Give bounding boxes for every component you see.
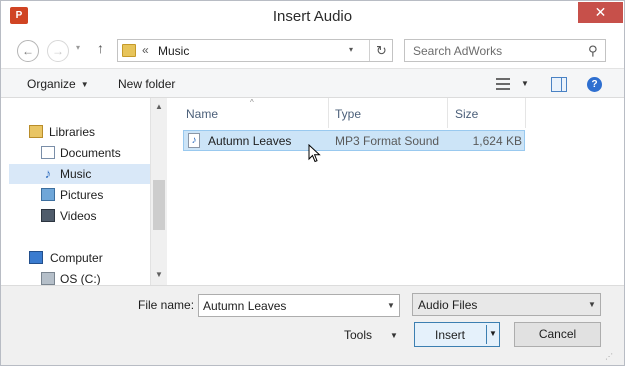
organize-label: Organize [27,77,76,91]
column-header-size[interactable]: Size [455,107,478,121]
file-name-value: Autumn Leaves [203,299,287,313]
column-divider[interactable] [447,98,448,128]
title-bar: P Insert Audio ✕ [1,1,624,32]
audio-file-icon: ♪ [188,133,200,148]
videos-icon [41,209,55,222]
scroll-thumb[interactable] [153,180,165,230]
file-type-value: Audio Files [418,298,478,312]
view-options-dropdown-icon[interactable]: ▼ [521,79,529,88]
search-input[interactable]: Search AdWorks ⚲ [404,39,606,62]
recent-locations-icon[interactable]: ▾ [76,43,80,52]
tree-item-videos[interactable]: Videos [1,206,150,226]
window-title: Insert Audio [272,8,353,25]
sort-ascending-icon: ^ [250,98,254,107]
chevron-down-icon: ▼ [80,80,89,90]
close-button[interactable]: ✕ [578,2,623,23]
forward-button[interactable]: → [47,40,69,62]
scroll-down-icon[interactable]: ▼ [155,270,163,279]
libraries-icon [29,125,43,138]
folder-icon [122,44,136,57]
search-placeholder: Search AdWorks [413,44,503,58]
tree-label: Music [60,167,92,181]
tree-item-pictures[interactable]: Pictures [1,185,150,205]
chevron-down-icon: ▼ [588,300,596,309]
file-name-field[interactable]: Autumn Leaves ▼ [198,294,400,317]
column-header-type[interactable]: Type [335,107,361,121]
up-folder-button[interactable]: ↑ [97,40,104,56]
tree-item-libraries[interactable]: Libraries [1,122,150,142]
resize-grip-icon[interactable]: ⋰ [605,352,613,361]
tree-label: Libraries [49,125,96,139]
help-icon[interactable]: ? [587,77,602,92]
tree-item-documents[interactable]: Documents [1,143,150,163]
file-type-select[interactable]: Audio Files ▼ [412,293,601,316]
file-size-cell: 1,624 KB [472,134,522,148]
tree-label: Pictures [60,188,104,202]
music-icon: ♪ [44,166,52,181]
documents-icon [41,146,55,159]
insert-button[interactable]: Insert ▼ [414,322,500,347]
file-type-cell: MP3 Format Sound [335,134,440,148]
mouse-pointer-icon [308,144,321,163]
navigation-pane: Libraries Documents ♪ Music Pictures Vid… [1,98,166,286]
navigation-bar: ← → ▾ ↑ « Music ▾ ↻ Search AdWorks ⚲ [1,32,624,68]
preview-pane-icon[interactable] [551,77,567,92]
tree-label: Videos [60,209,97,223]
column-divider[interactable] [328,98,329,128]
scroll-up-icon[interactable]: ▲ [155,102,163,111]
chevron-down-icon[interactable]: ▼ [387,301,395,310]
computer-icon [29,251,43,264]
organize-button[interactable]: Organize ▼ [27,77,89,91]
tools-button[interactable]: Tools [344,328,372,342]
table-row[interactable]: ♪ Autumn Leaves MP3 Format Sound 1,624 K… [183,130,525,151]
tree-item-music[interactable]: ♪ Music [9,164,150,184]
split-divider [486,325,487,344]
dialog-footer: File name: Autumn Leaves ▼ Audio Files ▼… [1,285,624,365]
breadcrumb-overflow[interactable]: « [142,43,149,57]
nav-scrollbar[interactable]: ▲ ▼ [150,98,166,285]
back-button[interactable]: ← [17,40,39,62]
command-toolbar: Organize ▼ New folder ▼ ? [1,68,624,98]
search-icon[interactable]: ⚲ [588,43,598,59]
breadcrumb-music[interactable]: Music [158,44,189,58]
tree-label: Computer [50,251,103,265]
view-options-icon[interactable] [496,78,510,90]
file-name-label: File name: [138,298,195,312]
tree-label: Documents [60,146,121,160]
file-name-cell: Autumn Leaves [208,134,292,148]
address-bar[interactable]: « Music ▾ ↻ [117,39,393,62]
refresh-button[interactable]: ↻ [369,40,393,61]
file-list: ^ Name Type Size ♪ Autumn Leaves MP3 For… [167,98,624,285]
new-folder-button[interactable]: New folder [118,77,175,91]
insert-options-dropdown-icon[interactable]: ▼ [489,329,497,338]
insert-audio-dialog: P Insert Audio ✕ ← → ▾ ↑ « Music ▾ ↻ Sea… [0,0,625,366]
pictures-icon [41,188,55,201]
column-header-name[interactable]: Name [186,107,218,121]
drive-icon [41,272,55,285]
tree-item-computer[interactable]: Computer [1,248,150,268]
tree-label: OS (C:) [60,272,101,286]
address-dropdown-icon[interactable]: ▾ [349,45,353,54]
chevron-down-icon[interactable]: ▼ [390,331,398,340]
cancel-button[interactable]: Cancel [514,322,601,347]
insert-label: Insert [434,328,465,342]
column-divider[interactable] [525,98,526,128]
